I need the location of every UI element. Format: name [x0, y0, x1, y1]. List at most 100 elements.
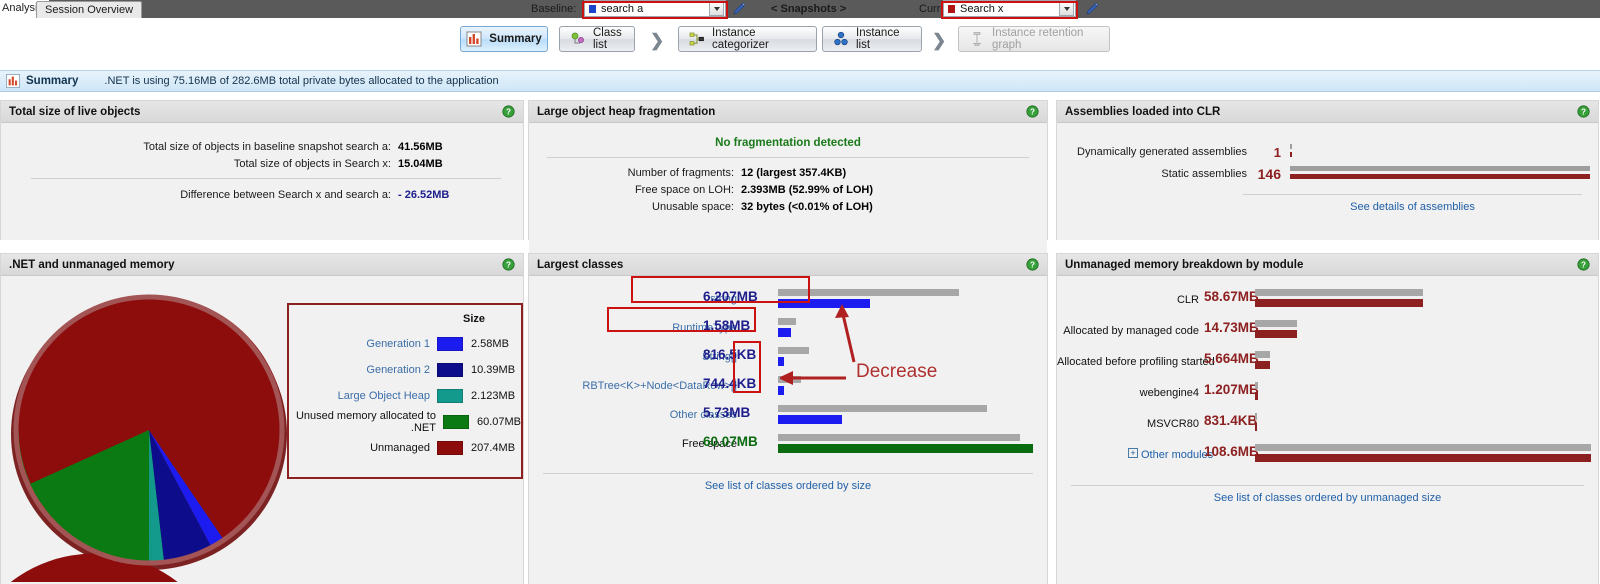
- bar-current: [1255, 299, 1423, 307]
- see-details-of-assemblies-link[interactable]: See details of assemblies: [1350, 201, 1475, 213]
- legend-label[interactable]: Large Object Heap: [338, 390, 430, 402]
- panel-title: Largest classes: [537, 258, 624, 271]
- panel-unmanaged-memory-breakdown-by-module: Unmanaged memory breakdown by module ? C…: [1056, 253, 1599, 584]
- assembly-count: 146: [1257, 166, 1281, 182]
- module-name[interactable]: Other modules: [1141, 449, 1213, 461]
- current-snapshot-value: Search x: [960, 2, 1004, 15]
- class-list-icon: [571, 32, 584, 44]
- pencil-icon[interactable]: [1084, 1, 1100, 17]
- row-value: 12 (largest 357.4KB): [741, 167, 847, 179]
- instance-list-icon: [834, 31, 848, 46]
- module-name: Allocated by managed code: [1063, 325, 1199, 337]
- chevron-right-icon: ❯: [650, 31, 665, 50]
- module-row: Allocated by managed code 14.73MB: [1057, 318, 1598, 349]
- legend-swatch: [437, 363, 463, 377]
- bar-current: [778, 415, 842, 424]
- assembly-row: Static assemblies 146: [1065, 163, 1590, 185]
- nav-button-instance-retention-graph[interactable]: Instance retention graph: [958, 26, 1110, 52]
- legend-swatch: [442, 415, 469, 429]
- class-bars: [778, 434, 1033, 456]
- nav-button-instance-categorizer-label: Instance categorizer: [712, 27, 769, 51]
- session-overview-screen: Analysis Session Overview Baseline: sear…: [0, 0, 1600, 584]
- divider: [1071, 485, 1584, 486]
- loh-row: Free space on LOH: 2.393MB (52.99% of LO…: [529, 184, 1047, 196]
- nav-button-class-list[interactable]: Class list: [559, 26, 635, 52]
- help-icon[interactable]: ?: [502, 105, 515, 118]
- legend-swatch: [437, 337, 463, 351]
- nav-button-instance-list[interactable]: Instance list: [822, 26, 922, 52]
- panel-total-size-of-live-objects: Total size of live objects ? Total size …: [0, 100, 524, 240]
- module-bars: [1255, 289, 1591, 309]
- help-icon[interactable]: ?: [1577, 105, 1590, 118]
- difference-label: Difference between Search x and search a…: [180, 189, 391, 201]
- row-label: Total size of objects in baseline snapsh…: [143, 141, 391, 153]
- bar-current: [1255, 361, 1271, 369]
- retention-graph-icon: [973, 32, 981, 46]
- module-bars: [1255, 413, 1591, 433]
- legend-label[interactable]: Generation 1: [366, 338, 430, 350]
- module-name: Allocated before profiling started: [1057, 356, 1215, 368]
- panel-header: Large object heap fragmentation ?: [529, 101, 1047, 123]
- assembly-row: Dynamically generated assemblies 1: [1065, 141, 1590, 163]
- panel-title: .NET and unmanaged memory: [9, 258, 175, 271]
- panel-header: Assemblies loaded into CLR ?: [1057, 101, 1598, 123]
- help-icon[interactable]: ?: [1026, 105, 1039, 118]
- assembly-label: Dynamically generated assemblies: [1077, 146, 1247, 158]
- difference-row: Difference between Search x and search a…: [1, 189, 523, 201]
- help-icon[interactable]: ?: [1026, 258, 1039, 271]
- module-size: 14.73MB: [1204, 320, 1259, 335]
- help-icon[interactable]: ?: [1577, 258, 1590, 271]
- module-row: + Other modules 108.6MB: [1057, 442, 1598, 473]
- expand-plus-icon[interactable]: +: [1128, 448, 1138, 458]
- see-list-of-classes-ordered-by-size-link[interactable]: See list of classes ordered by size: [705, 480, 871, 492]
- baseline-snapshot-dropdown[interactable]: search a: [584, 0, 726, 17]
- summary-banner-title: Summary: [26, 75, 79, 87]
- module-bars: [1255, 444, 1591, 464]
- assembly-bars: [1290, 165, 1590, 183]
- baseline-label: Baseline:: [531, 3, 577, 15]
- nav-button-instance-categorizer[interactable]: Instance categorizer: [678, 26, 817, 52]
- help-icon[interactable]: ?: [502, 258, 515, 271]
- nav-button-summary-label: Summary: [489, 33, 542, 45]
- bar-current: [1255, 392, 1259, 400]
- snapshots-label: < Snapshots >: [771, 3, 847, 15]
- loh-row: Unusable space: 32 bytes (<0.01% of LOH): [529, 201, 1047, 213]
- panel-body: CLR 58.67MB Allocated by managed code 14…: [1057, 276, 1598, 584]
- panel-body: No fragmentation detected Number of frag…: [529, 137, 1047, 254]
- assembly-bars: [1290, 143, 1590, 161]
- assemblies-link-wrap: See details of assemblies: [1235, 201, 1590, 213]
- module-bars: [1255, 382, 1591, 402]
- chevron-down-icon[interactable]: [709, 1, 724, 16]
- legend-label: Unmanaged: [370, 442, 430, 454]
- bar-baseline: [778, 434, 1021, 441]
- legend-size-header: Size: [462, 313, 485, 325]
- chevron-down-icon[interactable]: [1059, 1, 1074, 16]
- divider: [1243, 194, 1582, 195]
- module-bars: [1255, 320, 1591, 340]
- module-bars: [1255, 351, 1591, 371]
- nav-button-class-list-label: Class list: [593, 27, 622, 51]
- class-size: 1.58MB: [703, 318, 751, 333]
- svg-text:?: ?: [506, 260, 511, 269]
- panel-body: Total size of objects in baseline snapsh…: [1, 123, 523, 240]
- bar-current: [1255, 454, 1591, 462]
- panel-net-and-unmanaged-memory: .NET and unmanaged memory ? Size Generat…: [0, 253, 524, 584]
- see-list-of-classes-ordered-by-unmanaged-size-link[interactable]: See list of classes ordered by unmanaged…: [1214, 492, 1441, 504]
- legend-label: Unused memory allocated to .NET: [295, 410, 436, 434]
- bar-baseline: [1255, 351, 1271, 358]
- difference-value: - 26.52MB: [398, 189, 450, 201]
- pencil-icon[interactable]: [731, 1, 747, 17]
- nav-button-instance-list-label: Instance list: [856, 27, 900, 51]
- panel-title: Assemblies loaded into CLR: [1065, 105, 1221, 118]
- live-objects-row: Total size of objects in Search x: 15.04…: [1, 158, 523, 170]
- current-snapshot-dropdown[interactable]: Search x: [943, 0, 1076, 17]
- bar-current: [778, 444, 1033, 453]
- assembly-count: 1: [1273, 144, 1281, 160]
- nav-button-summary[interactable]: Summary: [460, 26, 548, 52]
- module-row: Allocated before profiling started 5.664…: [1057, 349, 1598, 380]
- baseline-color-marker: [589, 4, 596, 13]
- legend-label[interactable]: Generation 2: [366, 364, 430, 376]
- module-name: CLR: [1176, 294, 1199, 306]
- legend-swatch: [437, 441, 463, 455]
- panel-header: .NET and unmanaged memory ?: [1, 254, 523, 276]
